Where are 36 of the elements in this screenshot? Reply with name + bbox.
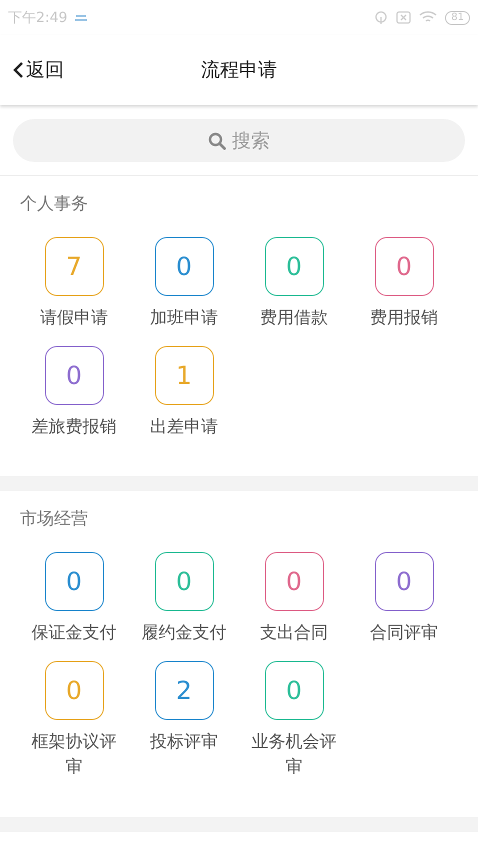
process-item[interactable]: 0 履约金支付 bbox=[129, 552, 239, 646]
process-item[interactable]: 0 加班申请 bbox=[129, 237, 239, 332]
back-button[interactable]: 返回 bbox=[12, 57, 64, 83]
count-badge: 0 bbox=[264, 552, 324, 611]
section-title: 市场经营 bbox=[20, 509, 88, 529]
count-badge: 7 bbox=[44, 237, 104, 296]
sim-icon bbox=[396, 11, 412, 24]
count-badge: 0 bbox=[374, 237, 434, 296]
count-badge: 1 bbox=[154, 346, 214, 404]
process-item[interactable]: 0 业务机会评审 bbox=[239, 660, 349, 780]
count-badge: 0 bbox=[44, 346, 104, 404]
page-title: 流程申请 bbox=[201, 59, 277, 81]
count-badge: 0 bbox=[374, 552, 434, 611]
count-badge: 0 bbox=[44, 660, 104, 720]
wifi-icon bbox=[419, 11, 438, 24]
notification-icon bbox=[75, 14, 88, 22]
hotspot-icon bbox=[374, 10, 388, 24]
process-item[interactable]: 0 费用报销 bbox=[349, 237, 459, 332]
process-item[interactable]: 1 出差申请 bbox=[129, 346, 239, 440]
count-badge: 0 bbox=[44, 552, 104, 611]
section-title: 个人事务 bbox=[20, 194, 88, 214]
chevron-left-icon bbox=[12, 61, 24, 79]
process-item[interactable]: 0 框架协议评审 bbox=[19, 660, 129, 780]
count-badge: 0 bbox=[264, 237, 324, 296]
count-badge: 2 bbox=[154, 660, 214, 720]
process-item[interactable]: 7 请假申请 bbox=[19, 237, 129, 332]
count-badge: 0 bbox=[154, 552, 214, 611]
process-item[interactable]: 0 支出合同 bbox=[239, 552, 349, 646]
process-item[interactable]: 0 合同评审 bbox=[349, 552, 459, 646]
process-item[interactable]: 0 保证金支付 bbox=[19, 552, 129, 646]
count-badge: 0 bbox=[264, 660, 324, 720]
count-badge: 0 bbox=[154, 237, 214, 296]
process-item[interactable]: 0 费用借款 bbox=[239, 237, 349, 332]
process-item[interactable]: 0 差旅费报销 bbox=[19, 346, 129, 440]
search-icon bbox=[208, 132, 226, 150]
process-item[interactable]: 2 投标评审 bbox=[129, 660, 239, 780]
